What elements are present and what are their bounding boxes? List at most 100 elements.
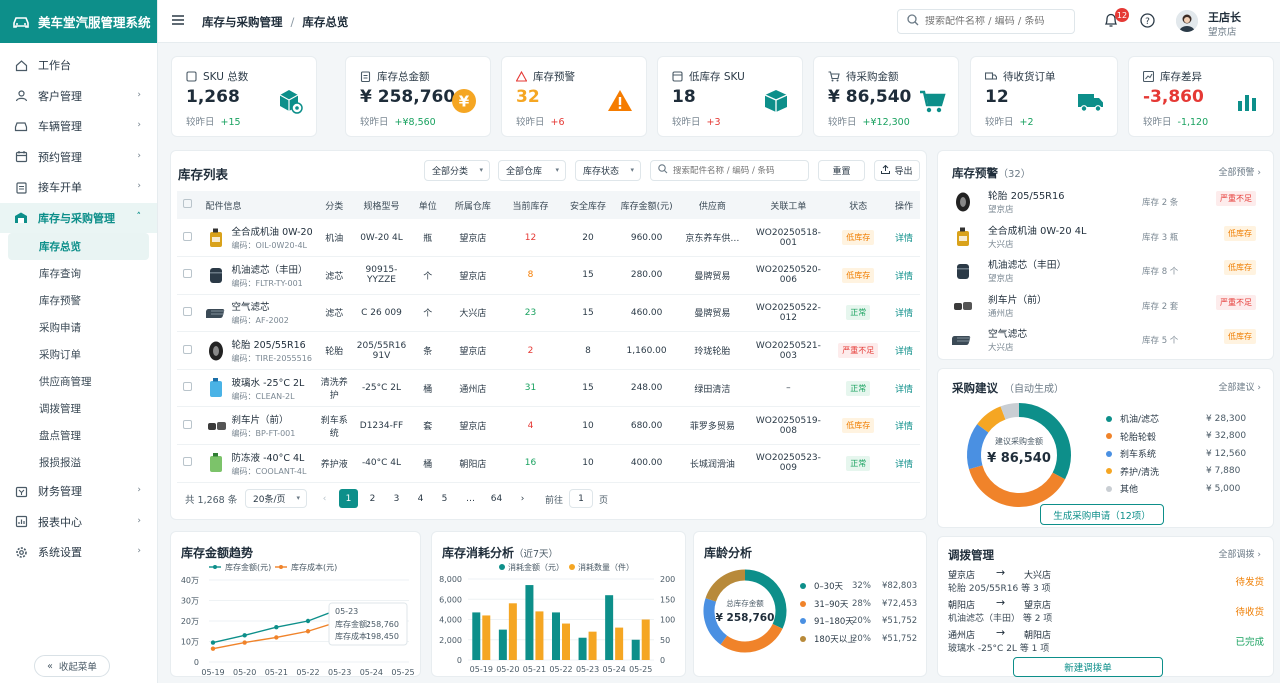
page-size-select[interactable]: 20条/页 ▾ — [245, 489, 307, 508]
sidebar-subitem-loss[interactable]: 报损报溢 — [0, 449, 157, 476]
kpi-card-variance[interactable]: 库存差异 -3,860 较昨日 -1,120 — [1128, 56, 1274, 137]
generate-purchase-button[interactable]: 生成采购申请（12项） — [1040, 504, 1164, 525]
sidebar-item-workbench[interactable]: 工作台 — [0, 50, 157, 81]
bar-amount[interactable] — [605, 595, 614, 660]
detail-link[interactable]: 详情 — [895, 385, 913, 395]
bar-amount[interactable] — [498, 629, 507, 660]
sidebar-subitem-query[interactable]: 库存查询 — [0, 260, 157, 287]
column-header[interactable]: 所属仓库 — [444, 191, 502, 219]
column-header[interactable]: 单位 — [411, 191, 445, 219]
sidebar-item-reception[interactable]: 接车开单 › — [0, 172, 157, 203]
warning-item[interactable]: 刹车片（前） 通州店 库存 2 套 严重不足 — [952, 292, 1256, 322]
global-search[interactable] — [897, 9, 1075, 34]
row-checkbox[interactable] — [177, 406, 198, 446]
column-header[interactable]: 状态 — [828, 191, 889, 219]
user-name[interactable]: 王店长 — [1208, 9, 1241, 25]
status-filter[interactable]: 库存状态 ▾ — [575, 160, 641, 181]
sidebar-item-finance[interactable]: 财务管理 › — [0, 476, 157, 507]
row-checkbox[interactable] — [177, 444, 198, 483]
sidebar-subitem-transfer[interactable]: 调拨管理 — [0, 395, 157, 422]
new-transfer-button[interactable]: 新建调拨单 — [1013, 657, 1163, 677]
row-checkbox[interactable] — [177, 294, 198, 333]
column-header[interactable]: 库存金额(元) — [616, 191, 677, 219]
select-all-checkbox[interactable] — [177, 191, 198, 219]
category-filter[interactable]: 全部分类 ▾ — [424, 160, 490, 181]
table-row[interactable]: 玻璃水 -25°C 2L 编码：CLEAN-2L 清洗养护 -25°C 2L 桶 … — [177, 369, 920, 408]
kpi-card-receiving[interactable]: 待收货订单 12 较昨日 +2 — [970, 56, 1118, 137]
column-header[interactable]: 配件信息 — [197, 191, 317, 219]
bar-quantity[interactable] — [508, 603, 517, 660]
row-checkbox[interactable] — [177, 331, 198, 370]
column-header[interactable]: 规格型号 — [351, 191, 412, 219]
warning-item[interactable]: 机油滤芯（丰田） 望京店 库存 8 个 低库存 — [952, 257, 1256, 287]
sidebar-subitem-overview[interactable]: 库存总览 — [8, 233, 149, 260]
sidebar-subitem-stocktake[interactable]: 盘点管理 — [0, 422, 157, 449]
sidebar-item-vehicles[interactable]: 车辆管理 › — [0, 111, 157, 142]
page-button[interactable]: 4 — [411, 489, 430, 508]
sidebar-subitem-warning[interactable]: 库存预警 — [0, 287, 157, 314]
data-point[interactable] — [242, 640, 247, 645]
data-point[interactable] — [274, 635, 279, 640]
row-checkbox[interactable] — [177, 256, 198, 295]
help-icon[interactable]: ? — [1140, 13, 1155, 31]
bar-amount[interactable] — [578, 637, 587, 660]
detail-link[interactable]: 详情 — [895, 272, 913, 282]
page-button[interactable]: 64 — [487, 489, 506, 508]
column-header[interactable]: 供应商 — [676, 191, 749, 219]
column-header[interactable]: 当前库存 — [501, 191, 560, 219]
data-point[interactable] — [210, 640, 216, 645]
bar-amount[interactable] — [525, 585, 534, 660]
column-header[interactable]: 关联工单 — [748, 191, 829, 219]
bar-quantity[interactable] — [641, 619, 650, 661]
sidebar-item-appointments[interactable]: 预约管理 › — [0, 142, 157, 173]
warning-item[interactable]: 全合成机油 0W-20 4L 大兴店 库存 3 瓶 低库存 — [952, 223, 1256, 253]
bar-quantity[interactable] — [588, 631, 597, 660]
page-button[interactable]: 5 — [435, 489, 454, 508]
table-row[interactable]: 轮胎 205/55R16 编码：TIRE-2055516 轮胎 205/55R16… — [177, 331, 920, 370]
detail-link[interactable]: 详情 — [895, 347, 913, 357]
transfer-item[interactable]: 朝阳店 → 望京店 机油滤芯（丰田） 等 2 项 待收货 — [948, 596, 1264, 626]
all-transfers-link[interactable]: 全部调拨 › — [1219, 547, 1261, 560]
prev-page-button[interactable]: ‹ — [315, 489, 334, 508]
table-row[interactable]: 机油滤芯（丰田） 编码：FLTR-TY-001 滤芯 90915-YYZZE 个 … — [177, 256, 920, 295]
next-page-button[interactable]: › — [513, 489, 532, 508]
avatar[interactable] — [1176, 10, 1198, 32]
page-button[interactable]: 3 — [387, 489, 406, 508]
inventory-search[interactable] — [650, 160, 809, 181]
table-row[interactable]: 防冻液 -40°C 4L 编码：COOLANT-4L 养护液 -40°C 4L 桶… — [177, 444, 920, 483]
detail-link[interactable]: 详情 — [895, 234, 913, 244]
collapse-menu-button[interactable]: « 收起菜单 — [34, 655, 110, 677]
kpi-card-low-stock[interactable]: 低库存 SKU 18 较昨日 +3 — [657, 56, 803, 137]
bar-quantity[interactable] — [615, 627, 624, 660]
data-point[interactable] — [242, 633, 247, 638]
app-brand[interactable]: 美车堂汽服管理系统 — [0, 0, 157, 43]
warehouse-filter[interactable]: 全部仓库 ▾ — [498, 160, 566, 181]
all-suggestions-link[interactable]: 全部建议 › — [1219, 380, 1261, 393]
detail-link[interactable]: 详情 — [895, 309, 913, 319]
column-header[interactable]: 操作 — [888, 191, 920, 219]
kpi-card-warning[interactable]: 库存预警 32 较昨日 +6 — [501, 56, 647, 137]
data-point[interactable] — [305, 618, 311, 624]
kpi-card-purchase[interactable]: 待采购金额 ¥ 86,540 较昨日 +¥12,300 — [813, 56, 959, 137]
table-row[interactable]: 全合成机油 0W-20 编码：OIL-0W20-4L 机油 0W-20 4L 瓶 … — [177, 219, 920, 258]
transfer-item[interactable]: 通州店 → 朝阳店 玻璃水 -25°C 2L 等 1 项 已完成 — [948, 626, 1264, 656]
warning-item[interactable]: 空气滤芯 大兴店 库存 5 个 低库存 — [952, 326, 1256, 356]
row-checkbox[interactable] — [177, 219, 198, 258]
detail-link[interactable]: 详情 — [895, 422, 913, 432]
page-button[interactable]: 1 — [339, 489, 358, 508]
all-warnings-link[interactable]: 全部预警 › — [1219, 165, 1261, 178]
reset-button[interactable]: 重置 — [818, 160, 865, 181]
bar-amount[interactable] — [631, 639, 640, 660]
column-header[interactable]: 安全库存 — [559, 191, 617, 219]
export-button[interactable]: 导出 — [874, 160, 920, 181]
inventory-search-input[interactable] — [673, 165, 808, 176]
data-point[interactable] — [274, 624, 279, 630]
global-search-input[interactable] — [925, 16, 1074, 27]
kpi-card-sku[interactable]: SKU 总数 1,268 较昨日 +15 — [171, 56, 317, 137]
goto-page-input[interactable]: 1 — [569, 489, 593, 508]
breadcrumb-parent[interactable]: 库存与采购管理 — [202, 15, 283, 29]
sidebar-subitem-purchase-order[interactable]: 采购订单 — [0, 341, 157, 368]
sidebar-item-customers[interactable]: 客户管理 › — [0, 81, 157, 112]
warning-item[interactable]: 轮胎 205/55R16 望京店 库存 2 条 严重不足 — [952, 188, 1256, 218]
detail-link[interactable]: 详情 — [895, 460, 913, 470]
